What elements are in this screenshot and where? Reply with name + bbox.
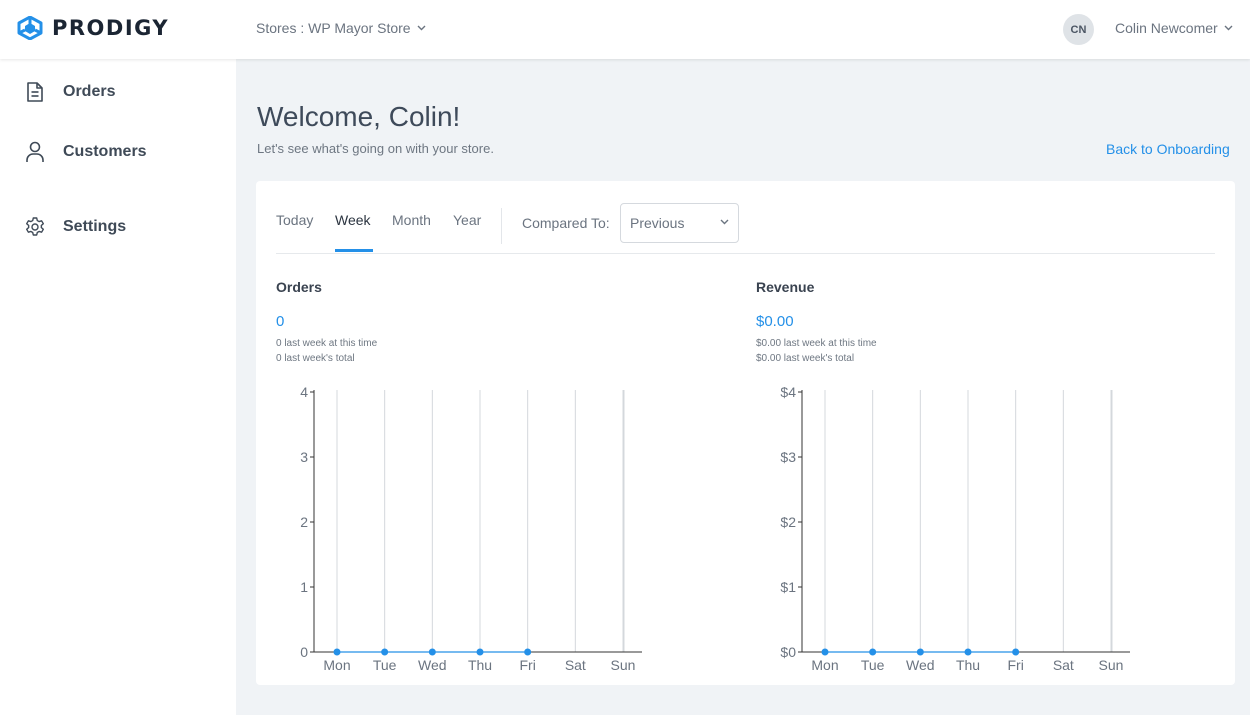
avatar[interactable]: CN: [1063, 14, 1094, 45]
tab-week[interactable]: Week: [335, 212, 371, 228]
revenue-value: $0.00: [756, 313, 794, 330]
data-point[interactable]: [381, 648, 389, 656]
compared-to-select[interactable]: Previous: [620, 203, 739, 243]
top-bar: PRODIGY Stores : WP Mayor Store CN Colin…: [0, 0, 1250, 59]
x-tick-label: Fri: [520, 657, 536, 673]
data-point[interactable]: [1012, 648, 1020, 656]
sidebar-item-label: Settings: [63, 218, 127, 235]
y-tick-label: 1: [300, 579, 308, 595]
logo[interactable]: PRODIGY: [17, 16, 169, 40]
y-tick-label: 0: [300, 644, 308, 660]
user-name: Colin Newcomer: [1115, 20, 1218, 36]
page-title: Welcome, Colin!: [257, 101, 461, 132]
sidebar: Orders Customers Settings: [0, 59, 236, 715]
x-tick-label: Mon: [323, 657, 350, 673]
compared-to-label: Compared To:: [522, 215, 610, 231]
y-tick-label: $3: [780, 449, 796, 465]
x-tick-label: Thu: [956, 657, 980, 673]
store-switcher-label: Stores : WP Mayor Store: [256, 20, 411, 36]
data-point[interactable]: [821, 648, 829, 656]
orders-last-week-time: 0 last week at this time: [276, 338, 378, 349]
store-switcher[interactable]: Stores : WP Mayor Store: [256, 20, 426, 36]
compared-to-value: Previous: [630, 215, 685, 231]
orders-value: 0: [276, 313, 285, 330]
tab-today[interactable]: Today: [276, 212, 313, 228]
data-point[interactable]: [428, 648, 436, 656]
x-tick-label: Tue: [861, 657, 885, 673]
sidebar-item-customers[interactable]: Customers: [24, 140, 147, 164]
page-subtitle: Let's see what's going on with your stor…: [257, 141, 494, 156]
data-point[interactable]: [869, 648, 877, 656]
user-icon: [26, 141, 44, 162]
y-tick-label: $4: [780, 384, 796, 400]
data-point[interactable]: [476, 648, 484, 656]
document-icon: [27, 82, 43, 102]
chevron-down-icon: [1224, 25, 1233, 31]
data-point[interactable]: [333, 648, 341, 656]
gear-icon: [26, 217, 44, 236]
orders-chart: 0 1 2 3 4 Mon Tue Wed Thu Fri Sat Sun: [300, 384, 642, 673]
card-divider: [276, 253, 1215, 254]
x-tick-label: Sun: [1099, 657, 1124, 673]
data-point[interactable]: [524, 648, 532, 656]
user-menu[interactable]: Colin Newcomer: [1115, 20, 1233, 36]
x-tick-label: Sun: [611, 657, 636, 673]
orders-title: Orders: [276, 279, 322, 295]
x-tick-label: Thu: [468, 657, 492, 673]
logo-text: PRODIGY: [52, 16, 170, 40]
sidebar-item-label: Customers: [63, 143, 147, 160]
y-tick-label: 4: [300, 384, 308, 400]
y-tick-label: 2: [300, 514, 308, 530]
data-point[interactable]: [964, 648, 972, 656]
y-tick-label: 3: [300, 449, 308, 465]
revenue-last-week-total: $0.00 last week's total: [756, 353, 855, 364]
x-tick-label: Sat: [565, 657, 586, 673]
x-tick-label: Fri: [1008, 657, 1024, 673]
active-tab-indicator: [335, 249, 373, 252]
revenue-chart: $0 $1 $2 $3 $4 Mon Tue Wed Thu Fri Sat Sun: [780, 384, 1130, 673]
prodigy-logo-icon: [17, 16, 43, 40]
y-tick-label: $1: [780, 579, 796, 595]
x-tick-label: Wed: [906, 657, 935, 673]
y-tick-label: $2: [780, 514, 796, 530]
x-tick-label: Tue: [373, 657, 397, 673]
tab-divider: [501, 208, 502, 244]
sidebar-item-orders[interactable]: Orders: [24, 81, 115, 103]
x-tick-label: Mon: [811, 657, 838, 673]
y-tick-label: $0: [780, 644, 796, 660]
sidebar-item-label: Orders: [63, 83, 116, 100]
revenue-last-week-time: $0.00 last week at this time: [756, 338, 877, 349]
sidebar-item-settings[interactable]: Settings: [24, 216, 126, 238]
x-tick-label: Sat: [1053, 657, 1074, 673]
tab-month[interactable]: Month: [392, 212, 431, 228]
x-tick-label: Wed: [418, 657, 447, 673]
orders-last-week-total: 0 last week's total: [276, 353, 355, 364]
revenue-title: Revenue: [756, 279, 815, 295]
chevron-down-icon: [417, 25, 426, 31]
tab-year[interactable]: Year: [453, 212, 481, 228]
back-to-onboarding-link[interactable]: Back to Onboarding: [1106, 141, 1230, 157]
chevron-down-icon: [720, 219, 729, 225]
data-point[interactable]: [916, 648, 924, 656]
